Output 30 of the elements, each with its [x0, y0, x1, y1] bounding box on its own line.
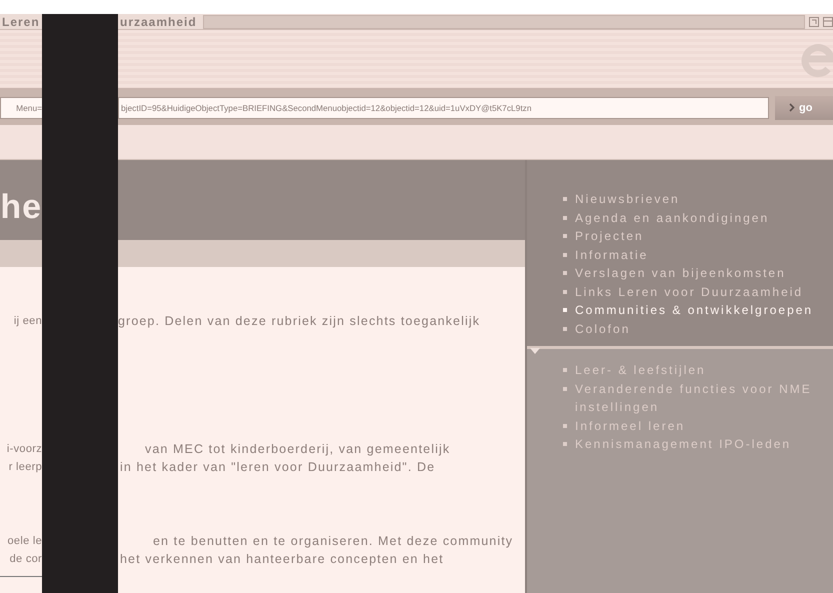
paragraph-text: ij een	[12, 314, 42, 329]
paragraph-text: het verkennen van hanteerbare concepten en het	[119, 551, 445, 568]
restore-icon[interactable]	[809, 16, 819, 26]
paragraph-text: r leerp	[8, 460, 42, 475]
address-field[interactable]: bjectID=95&HuidigeObjectType=BRIEFING&SecondMenuobjectid=12&objectid=12&uid=1uVxDY@t5K7cL9tzn	[118, 96, 769, 118]
address-field[interactable]: Menu=	[0, 96, 42, 118]
paragraph-text: in het kader van "leren voor Duurzaamheid". De	[119, 459, 436, 476]
paragraph-text: en te benutten en te organiseren. Met deze community	[152, 533, 514, 550]
paragraph-text: oele le	[6, 534, 42, 549]
menu-link[interactable]: Projecten	[563, 227, 644, 246]
paragraph-text: van MEC tot kinderboerderij, van gemeentelijk	[144, 441, 452, 458]
window-title: urzaamheid	[119, 14, 198, 28]
menu-link[interactable]: Nieuwsbrieven	[563, 190, 680, 208]
page-top-strip	[0, 125, 42, 160]
menu-link[interactable]: Links Leren voor Duurzaamheid	[563, 282, 804, 301]
window-title: Leren	[1, 14, 41, 28]
paragraph-text: groep. Delen van deze rubriek zijn slechts toegankelijk	[118, 313, 482, 330]
menu-link[interactable]: Verslagen van bijeenkomsten	[563, 264, 786, 282]
window-icon[interactable]	[823, 16, 833, 26]
go-button[interactable]: go	[775, 96, 833, 120]
menu-link[interactable]: Colofon	[563, 320, 630, 338]
chevron-icon	[789, 103, 795, 112]
menu-link[interactable]: Communities & ontwikkelgroepen	[563, 301, 814, 320]
menu-link[interactable]: Informatie	[563, 246, 648, 264]
page-heading: he	[0, 188, 42, 226]
menu-link[interactable]: Agenda en aankondigingen	[563, 208, 770, 227]
paragraph-text: de cor	[8, 552, 42, 567]
pointer-icon	[530, 348, 540, 354]
paragraph-text: i-voorz	[6, 442, 42, 457]
section-band	[0, 240, 42, 267]
